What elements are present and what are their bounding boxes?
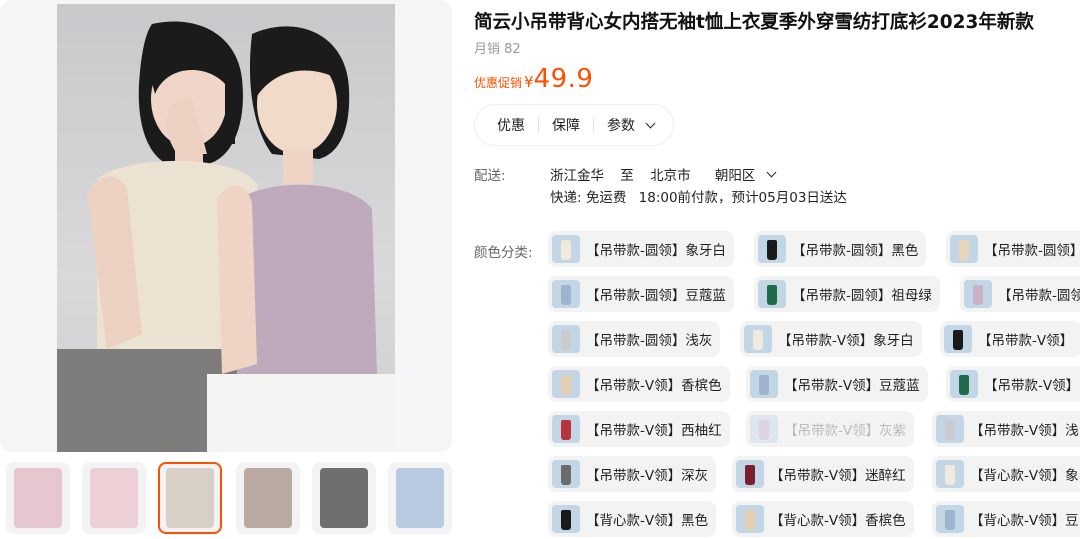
sku-option[interactable]: 【吊带款-V领】 [940, 321, 1080, 357]
sku-option[interactable]: 【吊带款-圆领】象牙白 [548, 231, 734, 267]
thumbnail-3[interactable] [158, 462, 222, 534]
sku-thumbnail [736, 505, 764, 533]
models-illustration [57, 21, 395, 452]
sku-thumbnail [552, 325, 580, 353]
sku-label: 【吊带款-V领】豆蔻蓝 [784, 378, 920, 394]
sku-option[interactable]: 【吊带款-V领】香槟色 [548, 366, 730, 402]
sku-option[interactable]: 【吊带款-圆领】祖母绿 [754, 276, 940, 312]
sku-thumbnail [758, 235, 786, 263]
sku-options: 【吊带款-圆领】象牙白 【吊带款-圆领】黑色 【吊带款-圆领】 【吊带款-圆领】… [548, 0, 1080, 539]
currency-symbol: ¥ [524, 73, 534, 91]
sku-thumbnail [552, 370, 580, 398]
sku-label: 【吊带款-圆领 [998, 288, 1080, 304]
sku-thumbnail [936, 460, 964, 488]
sku-option-disabled: 【吊带款-V领】灰紫 [746, 411, 915, 447]
sku-label: 【吊带款-V领】深灰 [586, 468, 709, 484]
main-product-image[interactable] [0, 0, 452, 452]
sku-thumbnail [552, 505, 580, 533]
sku-thumbnail [750, 415, 778, 443]
sku-label: 【吊带款-V领】 [978, 333, 1074, 349]
shipping-label: 配送: [474, 168, 506, 184]
sku-option[interactable]: 【背心款-V领】香槟色 [732, 501, 914, 537]
sku-thumbnail [552, 235, 580, 263]
sku-thumbnail [950, 235, 978, 263]
sku-option[interactable]: 【吊带款-圆领】黑色 [754, 231, 927, 267]
sku-label: 【吊带款-V领】象牙白 [778, 333, 914, 349]
color-category-label: 颜色分类: [474, 245, 533, 261]
sku-label: 【吊带款-圆领】豆蔻蓝 [586, 288, 726, 304]
sku-option[interactable]: 【吊带款-圆领】 [946, 231, 1080, 267]
sku-label: 【背心款-V领】黑色 [586, 513, 709, 529]
sku-option[interactable]: 【吊带款-圆领】豆蔻蓝 [548, 276, 734, 312]
sku-label: 【背心款-V领】香槟色 [770, 513, 906, 529]
sku-thumbnail [936, 505, 964, 533]
sku-option[interactable]: 【吊带款-V领】 [946, 366, 1080, 402]
sku-option[interactable]: 【吊带款-V领】迷醉红 [732, 456, 914, 492]
sku-thumbnail [964, 280, 992, 308]
sku-thumbnail [552, 460, 580, 488]
sku-label: 【背心款-V领】豆 [970, 513, 1079, 529]
sku-label: 【背心款-V领】象 [970, 468, 1079, 484]
thumbnail-6[interactable] [388, 462, 452, 534]
sku-label: 【吊带款-V领】香槟色 [586, 378, 722, 394]
sku-label: 【吊带款-圆领】象牙白 [586, 243, 726, 259]
sku-thumbnail [944, 325, 972, 353]
sku-thumbnail [758, 280, 786, 308]
sku-label: 【吊带款-V领】迷醉红 [770, 468, 906, 484]
sku-option[interactable]: 【吊带款-V领】豆蔻蓝 [746, 366, 928, 402]
sku-thumbnail [552, 280, 580, 308]
sku-label: 【吊带款-圆领】 [984, 243, 1080, 259]
sku-thumbnail [750, 370, 778, 398]
sku-option[interactable]: 【吊带款-圆领 [960, 276, 1080, 312]
thumbnail-1[interactable] [6, 462, 70, 534]
sku-label: 【吊带款-圆领】浅灰 [586, 333, 713, 349]
sku-label: 【吊带款-V领】 [984, 378, 1080, 394]
price-label: 优惠促销 [474, 76, 523, 90]
sku-option[interactable]: 【背心款-V领】象 [932, 456, 1080, 492]
thumbnail-2[interactable] [82, 462, 146, 534]
sku-label: 【吊带款-V领】西柚红 [586, 423, 722, 439]
sku-thumbnail [552, 415, 580, 443]
sku-option[interactable]: 【吊带款-V领】西柚红 [548, 411, 730, 447]
sku-option[interactable]: 【吊带款-V领】深灰 [548, 456, 717, 492]
product-photo [57, 4, 395, 452]
sku-option[interactable]: 【吊带款-圆领】浅灰 [548, 321, 721, 357]
sku-label: 【吊带款-圆领】祖母绿 [792, 288, 932, 304]
sku-label: 【吊带款-V领】浅 [970, 423, 1079, 439]
sku-thumbnail [736, 460, 764, 488]
sku-label: 【吊带款-圆领】黑色 [792, 243, 919, 259]
sku-option[interactable]: 【背心款-V领】黑色 [548, 501, 717, 537]
thumbnail-4[interactable] [236, 462, 300, 534]
sku-thumbnail [936, 415, 964, 443]
tab-discount[interactable]: 优惠 [493, 115, 529, 135]
sku-label: 【吊带款-V领】灰紫 [784, 423, 907, 439]
tab-divider [538, 118, 539, 132]
sku-thumbnail [744, 325, 772, 353]
sku-option[interactable]: 【吊带款-V领】象牙白 [740, 321, 922, 357]
sku-option[interactable]: 【吊带款-V领】浅 [932, 411, 1080, 447]
sku-option[interactable]: 【背心款-V领】豆 [932, 501, 1080, 537]
monthly-sales: 月销 82 [474, 42, 521, 57]
thumbnail-5[interactable] [312, 462, 376, 534]
thumbnail-strip [0, 462, 460, 534]
sku-thumbnail [950, 370, 978, 398]
